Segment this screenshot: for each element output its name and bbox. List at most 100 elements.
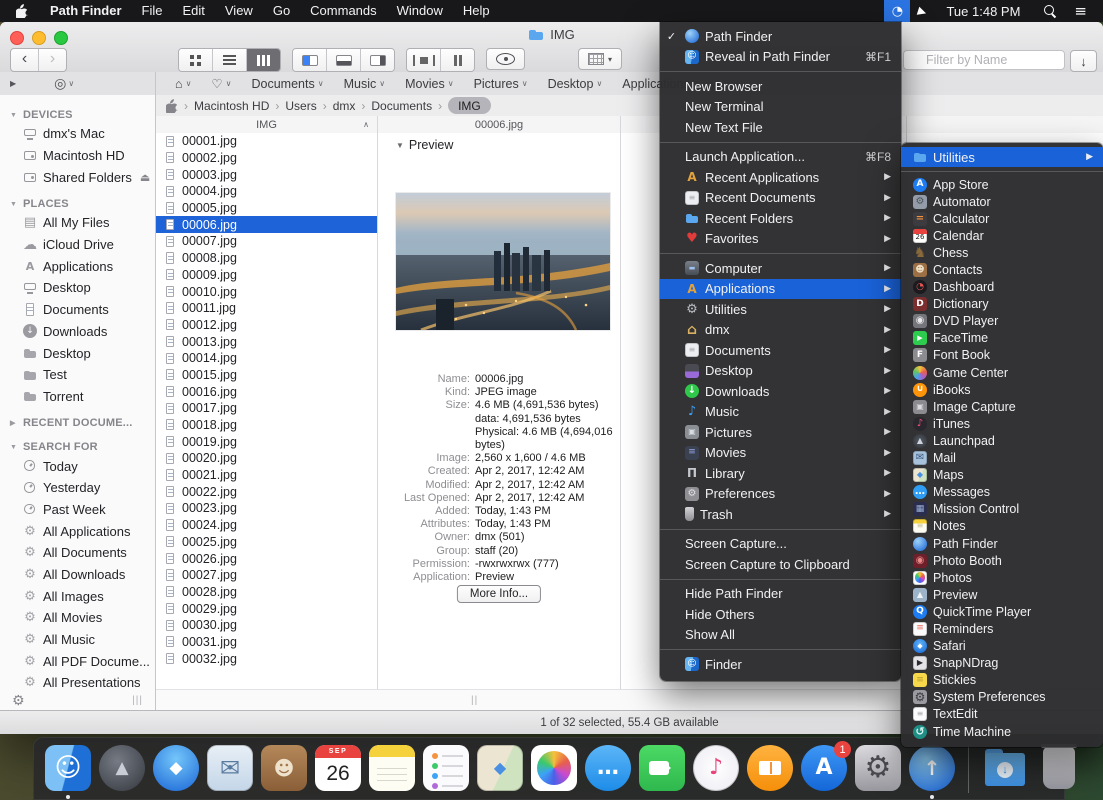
menu-item-recent-folders[interactable]: Recent Folders▶ — [660, 208, 901, 229]
submenu-item-chess[interactable]: ♞Chess — [901, 244, 1103, 261]
submenu-item-quicktime-player[interactable]: QQuickTime Player — [901, 603, 1103, 620]
menu-item-new-browser[interactable]: New Browser — [660, 76, 901, 97]
menu-item-launch-application[interactable]: Launch Application...⌘F8 — [660, 147, 901, 168]
dock-mail[interactable]: ✉ — [207, 745, 253, 791]
menu-item-applications[interactable]: AApplications▶ — [660, 279, 901, 300]
submenu-item-time-machine[interactable]: ↺Time Machine — [901, 723, 1103, 740]
sidebar-item-desktop[interactable]: Desktop — [10, 277, 155, 299]
sidebar-item-all-applications[interactable]: ⚙All Applications — [10, 520, 155, 542]
menu-item-screen-capture-to-clipboard[interactable]: Screen Capture to Clipboard — [660, 554, 901, 575]
menubar-item-commands[interactable]: Commands — [300, 0, 386, 22]
preview-image[interactable] — [396, 193, 610, 330]
file-row-00001-jpg[interactable]: 00001.jpg — [156, 133, 377, 150]
submenu-item-calculator[interactable]: =Calculator — [901, 210, 1103, 227]
menu-item-hide-others[interactable]: Hide Others — [660, 604, 901, 625]
file-row-00016-jpg[interactable]: 00016.jpg — [156, 383, 377, 400]
sidebar-section-devices[interactable]: ▼DEVICES — [10, 107, 155, 123]
submenu-item-app-store[interactable]: AApp Store — [901, 176, 1103, 193]
spotlight-search-icon[interactable] — [1044, 5, 1056, 17]
dock-messages[interactable]: … — [585, 745, 631, 791]
menubar-item-file[interactable]: File — [132, 0, 173, 22]
forward-button[interactable]: › — [38, 49, 66, 71]
menu-item-finder[interactable]: ☺Finder — [660, 654, 901, 675]
submenu-item-mail[interactable]: ✉Mail — [901, 450, 1103, 467]
submenu-item-ibooks[interactable]: ∪iBooks — [901, 381, 1103, 398]
menu-bar-clock[interactable]: Tue 1:48 PM — [934, 4, 1032, 19]
file-row-00024-jpg[interactable]: 00024.jpg — [156, 517, 377, 534]
breadcrumb-item-users[interactable]: Users — [285, 99, 316, 113]
menu-item-documents[interactable]: ≡Documents▶ — [660, 340, 901, 361]
submenu-item-messages[interactable]: …Messages — [901, 484, 1103, 501]
sidebar-item-icloud-drive[interactable]: ☁iCloud Drive — [10, 234, 155, 256]
submenu-item-preview[interactable]: ▲Preview — [901, 586, 1103, 603]
breadcrumb-item-macintosh-hd[interactable]: Macintosh HD — [194, 99, 269, 113]
computer-root-icon[interactable] — [166, 99, 178, 113]
submenu-item-photos[interactable]: Photos — [901, 569, 1103, 586]
bookmark-movies[interactable]: Movies∨ — [396, 77, 462, 91]
sidebar-item-documents[interactable]: Documents — [10, 299, 155, 321]
file-row-00022-jpg[interactable]: 00022.jpg — [156, 483, 377, 500]
dock-ibooks[interactable] — [747, 745, 793, 791]
menu-item-new-text-file[interactable]: New Text File — [660, 117, 901, 138]
submenu-item-snapndrag[interactable]: ▶SnapNDrag — [901, 655, 1103, 672]
submenu-item-dashboard[interactable]: ◔Dashboard — [901, 279, 1103, 296]
left-pane-button[interactable] — [293, 49, 326, 71]
submenu-item-maps[interactable]: ◆Maps — [901, 467, 1103, 484]
submenu-item-itunes[interactable]: ♪iTunes — [901, 415, 1103, 432]
file-row-00012-jpg[interactable]: 00012.jpg — [156, 317, 377, 334]
sidebar-section-recent-docume[interactable]: ▶RECENT DOCUME... — [10, 415, 155, 431]
disclosure-triangle-icon[interactable]: ▼ — [10, 112, 18, 119]
preview-disclosure[interactable]: ▼ Preview — [378, 133, 620, 152]
bookmark-pictures[interactable]: Pictures∨ — [465, 77, 537, 91]
submenu-item-launchpad[interactable]: ▲Launchpad — [901, 432, 1103, 449]
bookmark-desktop[interactable]: Desktop∨ — [539, 77, 612, 91]
file-row-00032-jpg[interactable]: 00032.jpg — [156, 650, 377, 667]
menu-item-computer[interactable]: ▬Computer▶ — [660, 258, 901, 279]
target-menu[interactable]: ◎∨ — [54, 75, 74, 92]
menu-item-path-finder[interactable]: ✓Path Finder — [660, 26, 901, 47]
dock-itunes[interactable]: ♪ — [693, 745, 739, 791]
submenu-item-game-center[interactable]: Game Center — [901, 364, 1103, 381]
submenu-item-mission-control[interactable]: ▦Mission Control — [901, 501, 1103, 518]
submenu-item-facetime[interactable]: ▶FaceTime — [901, 330, 1103, 347]
menu-item-pictures[interactable]: ▣Pictures▶ — [660, 422, 901, 443]
submenu-item-font-book[interactable]: FFont Book — [901, 347, 1103, 364]
menu-item-dmx[interactable]: ⌂dmx▶ — [660, 320, 901, 341]
file-row-00010-jpg[interactable]: 00010.jpg — [156, 283, 377, 300]
file-row-00020-jpg[interactable]: 00020.jpg — [156, 450, 377, 467]
column-view-button[interactable] — [246, 49, 280, 71]
sidebar-item-macintosh-hd[interactable]: Macintosh HD — [10, 145, 155, 167]
menu-item-recent-applications[interactable]: ARecent Applications▶ — [660, 167, 901, 188]
menu-item-trash[interactable]: Trash▶ — [660, 504, 901, 525]
dock-facetime[interactable] — [639, 745, 685, 791]
file-row-00011-jpg[interactable]: 00011.jpg — [156, 300, 377, 317]
submenu-item-calendar[interactable]: 26Calendar — [901, 227, 1103, 244]
dock-contacts[interactable]: ☻ — [261, 745, 307, 791]
submenu-item-utilities[interactable]: Utilities▶ — [901, 147, 1103, 167]
dock-finder[interactable]: ☺ — [45, 745, 91, 791]
sidebar-item-past-week[interactable]: Past Week — [10, 499, 155, 521]
submenu-item-notes[interactable]: ≡Notes — [901, 518, 1103, 535]
disclosure-triangle-icon[interactable]: ▼ — [10, 201, 18, 208]
menu-item-movies[interactable]: ≡Movies▶ — [660, 443, 901, 464]
file-row-00014-jpg[interactable]: 00014.jpg — [156, 350, 377, 367]
file-row-00013-jpg[interactable]: 00013.jpg — [156, 333, 377, 350]
sidebar-item-all-my-files[interactable]: ▤All My Files — [10, 212, 155, 234]
preview-column-header[interactable]: 00006.jpg — [378, 116, 620, 133]
sidebar-item-all-movies[interactable]: ⚙All Movies — [10, 607, 155, 629]
right-pane-button[interactable] — [360, 49, 394, 71]
sidebar-item-shared-folders[interactable]: Shared Folders⏏ — [10, 166, 155, 188]
eject-icon[interactable]: ⏏ — [140, 171, 150, 184]
menu-item-recent-documents[interactable]: ≡Recent Documents▶ — [660, 188, 901, 209]
home-bookmark[interactable]: ⌂∨ — [166, 77, 200, 91]
sidebar-item-test[interactable]: Test — [10, 364, 155, 386]
menu-item-desktop[interactable]: Desktop▶ — [660, 361, 901, 382]
more-info-button[interactable]: More Info... — [457, 585, 541, 603]
file-row-00007-jpg[interactable]: 00007.jpg — [156, 233, 377, 250]
file-row-00004-jpg[interactable]: 00004.jpg — [156, 183, 377, 200]
sidebar-section-search-for[interactable]: ▼SEARCH FOR — [10, 439, 155, 455]
sidebar-item-torrent[interactable]: Torrent — [10, 386, 155, 408]
download-button[interactable]: ↓ — [1070, 50, 1097, 72]
menu-item-library[interactable]: ΠLibrary▶ — [660, 463, 901, 484]
file-row-00008-jpg[interactable]: 00008.jpg — [156, 250, 377, 267]
